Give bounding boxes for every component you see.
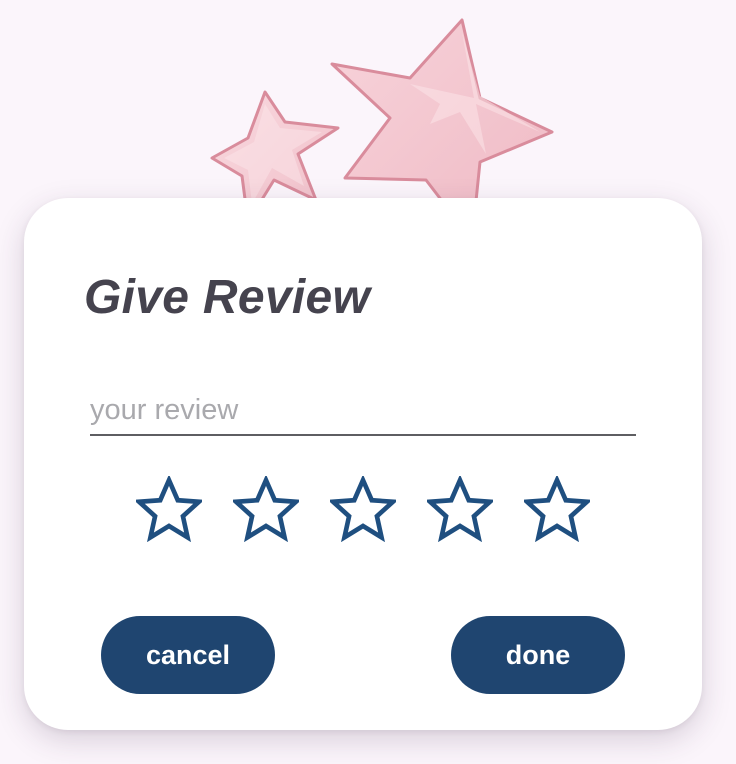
- rating-star-4[interactable]: [425, 474, 495, 544]
- cancel-button[interactable]: cancel: [101, 616, 275, 694]
- star-rating: [134, 474, 592, 544]
- review-input[interactable]: [90, 386, 636, 436]
- done-button[interactable]: done: [451, 616, 625, 694]
- dialog-title: Give Review: [84, 271, 371, 324]
- star-outline-icon: [524, 476, 590, 542]
- rating-star-3[interactable]: [328, 474, 398, 544]
- star-outline-icon: [136, 476, 202, 542]
- rating-star-5[interactable]: [522, 474, 592, 544]
- rating-star-2[interactable]: [231, 474, 301, 544]
- rating-star-1[interactable]: [134, 474, 204, 544]
- star-outline-icon: [330, 476, 396, 542]
- star-outline-icon: [233, 476, 299, 542]
- star-outline-icon: [427, 476, 493, 542]
- review-dialog: Give Review cancel: [24, 198, 702, 730]
